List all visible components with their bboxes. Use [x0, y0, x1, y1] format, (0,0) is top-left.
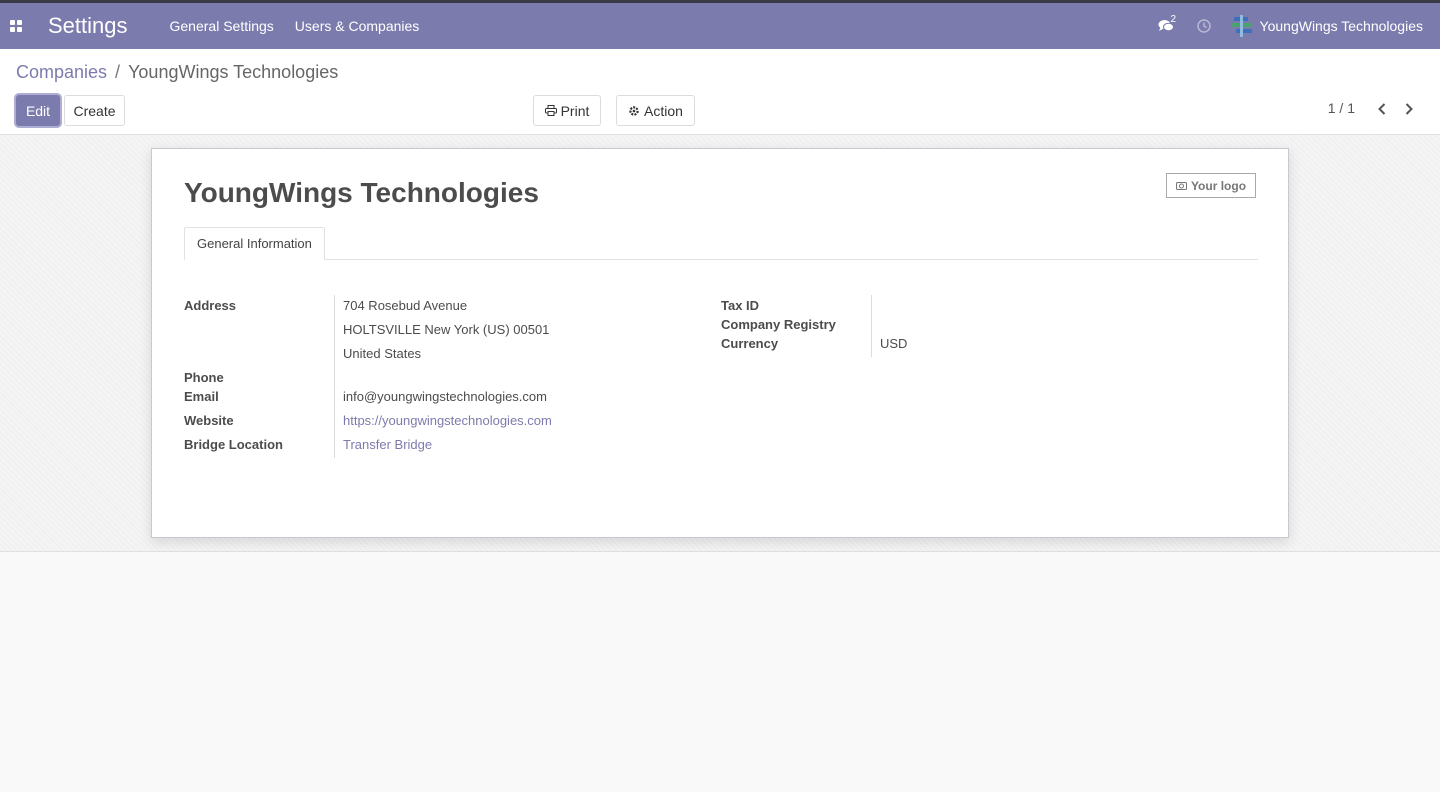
action-button[interactable]: Action [616, 95, 695, 126]
create-button[interactable]: Create [64, 95, 125, 126]
street-value[interactable]: 704 Rosebud Avenue [343, 298, 467, 313]
logo-upload[interactable]: Your logo [1166, 173, 1256, 198]
tab-general-information[interactable]: General Information [184, 227, 325, 260]
gear-icon [628, 105, 640, 117]
chevron-left-icon[interactable] [1370, 98, 1394, 120]
action-label: Action [644, 102, 683, 119]
menu-general-settings[interactable]: General Settings [170, 18, 274, 34]
currency-label: Currency [721, 336, 779, 351]
print-icon [544, 105, 557, 116]
city-line-value[interactable]: HOLTSVILLE New York (US) 00501 [343, 322, 549, 337]
breadcrumb: Companies / YoungWings Technologies [16, 62, 338, 83]
label-divider [871, 295, 872, 357]
form-sheet: YoungWings Technologies Your logo Genera… [151, 148, 1289, 538]
company-title: YoungWings Technologies [184, 177, 539, 208]
logo-label: Your logo [1190, 178, 1247, 193]
edit-button[interactable]: Edit [16, 95, 60, 126]
company-name: YoungWings Technologies [1259, 18, 1423, 34]
menu-users-companies[interactable]: Users & Companies [295, 18, 420, 34]
country-value[interactable]: United States [343, 346, 421, 361]
company-registry-label: Company Registry [721, 317, 836, 332]
clock-icon[interactable] [1184, 3, 1224, 49]
bridge-location-link[interactable]: Transfer Bridge [343, 437, 432, 452]
website-link[interactable]: https://youngwingstechnologies.com [343, 413, 552, 428]
address-label: Address [184, 298, 237, 313]
email-value[interactable]: info@youngwingstechnologies.com [343, 389, 547, 404]
top-navbar: Settings General Settings Users & Compan… [0, 0, 1440, 49]
camera-icon [1175, 181, 1187, 190]
currency-value[interactable]: USD [880, 336, 907, 351]
phone-label: Phone [184, 370, 224, 385]
control-panel: Companies / YoungWings Technologies Edit… [0, 49, 1440, 135]
company-switcher[interactable]: YoungWings Technologies [1224, 3, 1440, 49]
apps-icon[interactable] [0, 3, 32, 49]
chat-icon[interactable]: 2 [1148, 3, 1184, 49]
print-button[interactable]: Print [533, 95, 601, 126]
breadcrumb-current: YoungWings Technologies [128, 62, 339, 82]
pager-value[interactable]: 1 / 1 [1328, 100, 1355, 116]
breadcrumb-companies-link[interactable]: Companies [16, 62, 107, 83]
website-label: Website [184, 413, 234, 428]
messages-count-badge: 2 [1170, 14, 1177, 25]
print-label: Print [560, 102, 590, 119]
form-tabs: General Information [184, 227, 1258, 260]
email-label: Email [184, 389, 219, 404]
bridge-location-label: Bridge Location [184, 437, 283, 452]
breadcrumb-separator: / [115, 62, 121, 82]
app-title[interactable]: Settings [48, 13, 128, 39]
label-divider [334, 295, 335, 458]
chevron-right-icon[interactable] [1397, 98, 1421, 120]
company-logo-icon [1230, 15, 1252, 37]
tax-id-label: Tax ID [721, 298, 760, 313]
